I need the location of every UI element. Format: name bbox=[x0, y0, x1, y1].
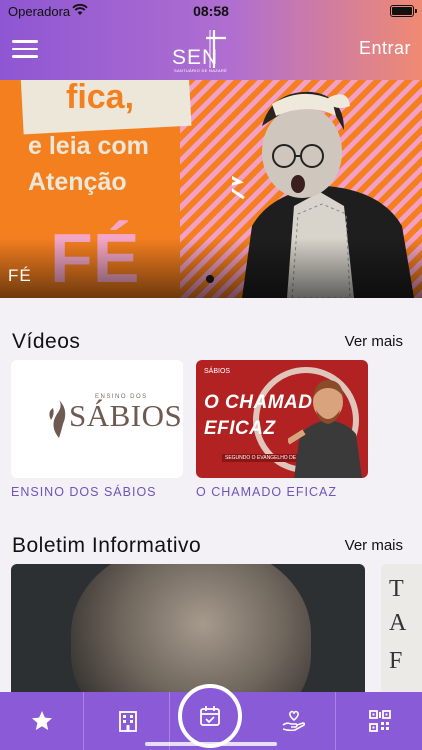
video-label-ensino-dos-sabios[interactable]: ENSINO DOS SÁBIOS bbox=[11, 485, 157, 499]
app-logo: SEN SANTUÁRIO DE NAZARÉ bbox=[170, 28, 250, 74]
hamburger-menu-button[interactable] bbox=[12, 40, 38, 60]
videos-see-more-link[interactable]: Ver mais bbox=[345, 333, 403, 350]
next-card-letter: T bbox=[389, 576, 404, 602]
login-button[interactable]: Entrar bbox=[359, 38, 411, 59]
star-icon bbox=[31, 711, 52, 730]
video-label-o-chamado-eficaz[interactable]: O CHAMADO EFICAZ bbox=[196, 485, 337, 499]
top-bar: Operadora 08:58 SEN SANTUÁRIO DE NAZARÉ … bbox=[0, 0, 422, 80]
sabios-logo: ENSINO DOS SÁBIOS bbox=[47, 394, 182, 444]
bulletin-card-image bbox=[71, 564, 311, 704]
hero-headline-2: e leia com bbox=[28, 132, 149, 160]
status-time: 08:58 bbox=[193, 3, 229, 19]
next-card-letter: A bbox=[389, 610, 407, 636]
videos-section-title: Vídeos bbox=[12, 330, 81, 353]
menu-line bbox=[12, 40, 38, 43]
menu-line bbox=[12, 47, 38, 50]
chamado-thumb-line2: EFICAZ bbox=[204, 418, 276, 439]
bulletin-next-card[interactable]: T A F bbox=[381, 564, 422, 704]
logo-subtitle: SANTUÁRIO DE NAZARÉ bbox=[174, 68, 228, 73]
bulletin-see-more-link[interactable]: Ver mais bbox=[345, 537, 403, 554]
sabios-thumb-word: SÁBIOS bbox=[69, 398, 183, 433]
hero-caption: FÉ bbox=[8, 266, 32, 285]
video-card-ensino-dos-sabios[interactable]: ENSINO DOS SÁBIOS bbox=[11, 360, 183, 478]
tab-favorites[interactable] bbox=[0, 692, 84, 750]
hero-headline-3: Atenção bbox=[28, 168, 127, 196]
leaf-icon bbox=[49, 400, 66, 438]
hero-gradient-overlay bbox=[0, 238, 422, 298]
menu-line bbox=[12, 55, 38, 58]
hero-carousel[interactable]: fica, e leia com Atenção FÉ FÉ bbox=[0, 80, 422, 298]
status-bar: Operadora 08:58 bbox=[0, 0, 422, 22]
tab-calendar[interactable] bbox=[178, 684, 242, 748]
bulletin-section-title: Boletim Informativo bbox=[12, 534, 202, 557]
next-card-letter: F bbox=[389, 648, 403, 674]
carousel-indicator-dot[interactable] bbox=[206, 275, 214, 283]
hand-heart-icon bbox=[282, 710, 305, 732]
qr-code-icon bbox=[369, 710, 391, 732]
presenter-image bbox=[288, 380, 362, 478]
logo-text: SEN bbox=[172, 46, 219, 69]
video-card-o-chamado-eficaz[interactable]: SÁBIOS O CHAMADO EFICAZ SEGUNDO O EVANGE… bbox=[196, 360, 368, 478]
building-icon bbox=[118, 711, 137, 732]
home-indicator bbox=[145, 742, 277, 746]
bulletin-card[interactable] bbox=[11, 564, 365, 704]
tab-qr-code[interactable] bbox=[338, 692, 422, 750]
battery-icon bbox=[390, 5, 417, 17]
calendar-check-icon bbox=[200, 706, 220, 726]
hero-headline-1: fica, bbox=[66, 80, 135, 116]
chamado-thumb-logo: SÁBIOS bbox=[204, 368, 231, 375]
